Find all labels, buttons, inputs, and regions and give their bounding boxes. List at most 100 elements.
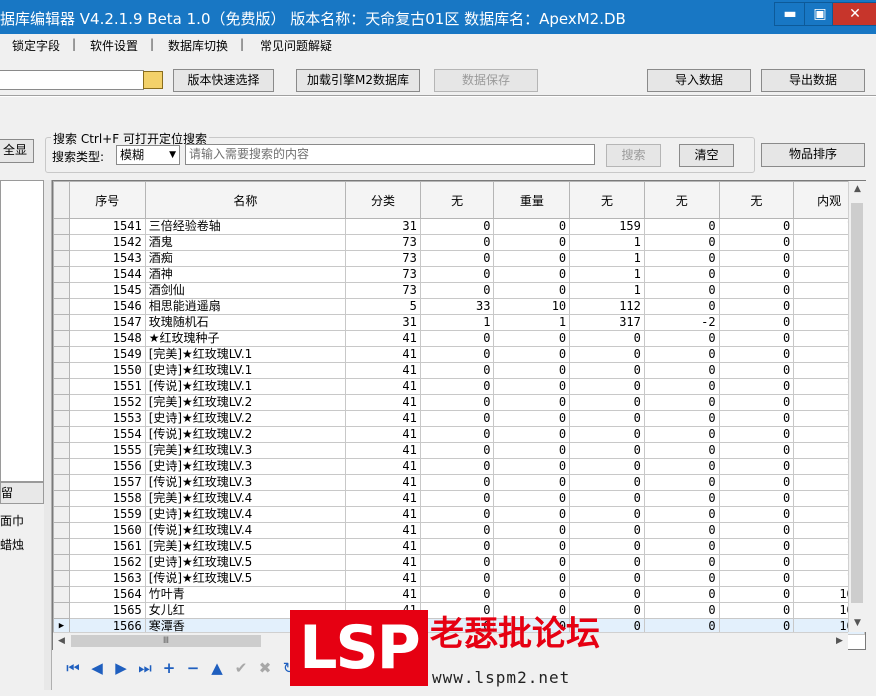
column-header[interactable]: 分类 <box>345 181 421 219</box>
table-cell[interactable]: 0 <box>643 266 720 283</box>
table-cell[interactable]: 1561 <box>68 538 146 555</box>
table-cell[interactable]: [完美]★红玫瑰LV.1 <box>144 346 347 363</box>
table-cell[interactable]: 0 <box>569 442 645 459</box>
table-cell[interactable]: 0 <box>569 474 645 491</box>
table-cell[interactable]: 0 <box>493 218 571 235</box>
table-cell[interactable]: 0 <box>643 410 720 427</box>
scroll-left-icon[interactable]: ◀ <box>53 633 70 650</box>
table-cell[interactable]: 竹叶青 <box>144 586 347 603</box>
folder-open-icon[interactable] <box>143 71 163 89</box>
table-cell[interactable]: [传说]★红玫瑰LV.5 <box>144 570 347 587</box>
row-indicator[interactable] <box>53 410 70 427</box>
table-cell[interactable]: 1554 <box>68 426 146 443</box>
prev-record-icon[interactable]: ◀ <box>86 656 108 680</box>
table-cell[interactable]: 0 <box>643 442 720 459</box>
table-cell[interactable]: 0 <box>718 330 795 347</box>
table-cell[interactable]: 0 <box>643 586 720 603</box>
table-cell[interactable]: 317 <box>569 314 645 331</box>
table-cell[interactable]: 0 <box>643 570 720 587</box>
table-cell[interactable]: 0 <box>643 282 720 299</box>
row-indicator[interactable] <box>53 218 70 235</box>
load-engine-button[interactable]: 加载引擎M2数据库 <box>296 69 420 92</box>
table-cell[interactable]: 0 <box>419 426 495 443</box>
next-record-icon[interactable]: ▶ <box>110 656 132 680</box>
last-record-icon[interactable]: ⏭ <box>134 656 156 680</box>
vertical-scrollbar[interactable]: ▲ ▼ <box>848 181 866 632</box>
table-cell[interactable]: 0 <box>569 570 645 587</box>
column-header[interactable]: 无 <box>419 181 495 219</box>
row-indicator[interactable] <box>53 538 70 555</box>
data-grid[interactable]: 序号名称分类无重量无无无内观 1541三倍经验卷轴310015900151542… <box>52 180 866 650</box>
table-cell[interactable]: 41 <box>345 410 421 427</box>
table-cell[interactable]: 0 <box>419 346 495 363</box>
table-cell[interactable]: 0 <box>643 218 720 235</box>
table-cell[interactable]: 0 <box>569 330 645 347</box>
table-cell[interactable]: 0 <box>569 458 645 475</box>
table-cell[interactable]: 10 <box>493 298 571 315</box>
table-cell[interactable]: [传说]★红玫瑰LV.4 <box>144 522 347 539</box>
table-cell[interactable]: 1563 <box>68 570 146 587</box>
table-cell[interactable]: 1543 <box>68 250 146 267</box>
table-cell[interactable]: 0 <box>493 282 571 299</box>
table-cell[interactable]: -2 <box>643 314 720 331</box>
cancel-icon[interactable]: ✖ <box>254 656 276 680</box>
table-cell[interactable]: 1553 <box>68 410 146 427</box>
table-cell[interactable]: 酒痴 <box>144 250 347 267</box>
table-cell[interactable]: 0 <box>493 442 571 459</box>
table-cell[interactable]: 33 <box>419 298 495 315</box>
row-indicator[interactable] <box>53 298 70 315</box>
close-button[interactable]: ✕ <box>832 2 876 26</box>
table-cell[interactable]: 41 <box>345 362 421 379</box>
table-cell[interactable]: 31 <box>345 314 421 331</box>
table-row[interactable]: 1558[完美]★红玫瑰LV.4410000013 <box>53 490 865 507</box>
table-cell[interactable]: 41 <box>345 570 421 587</box>
table-cell[interactable]: 0 <box>718 570 795 587</box>
table-cell[interactable]: 0 <box>718 458 795 475</box>
table-cell[interactable]: 0 <box>493 570 571 587</box>
table-cell[interactable]: 41 <box>345 474 421 491</box>
table-cell[interactable]: 0 <box>718 506 795 523</box>
table-cell[interactable]: 0 <box>493 362 571 379</box>
table-cell[interactable]: 0 <box>643 490 720 507</box>
clear-button[interactable]: 清空 <box>679 144 734 167</box>
table-cell[interactable]: 0 <box>569 378 645 395</box>
table-row[interactable]: 1545 酒剑仙 73 0 0 1 0 0 <box>53 282 865 299</box>
table-cell[interactable]: 0 <box>718 426 795 443</box>
table-row[interactable]: 1557[传说]★红玫瑰LV.3410000013 <box>53 474 865 491</box>
table-cell[interactable]: [完美]★红玫瑰LV.4 <box>144 490 347 507</box>
table-row[interactable]: 1551[传说]★红玫瑰LV.1410000013 <box>53 378 865 395</box>
delete-record-icon[interactable]: − <box>182 656 204 680</box>
table-cell[interactable]: 1558 <box>68 490 146 507</box>
table-cell[interactable]: 0 <box>493 538 571 555</box>
table-cell[interactable]: 0 <box>718 442 795 459</box>
table-cell[interactable]: 0 <box>419 394 495 411</box>
table-cell[interactable]: 1542 <box>68 234 146 251</box>
table-cell[interactable]: 1544 <box>68 266 146 283</box>
table-cell[interactable]: 112 <box>569 298 645 315</box>
table-cell[interactable]: 0 <box>718 266 795 283</box>
table-cell[interactable]: 1 <box>493 314 571 331</box>
table-cell[interactable]: [完美]★红玫瑰LV.2 <box>144 394 347 411</box>
table-cell[interactable]: 0 <box>419 474 495 491</box>
table-cell[interactable]: 0 <box>643 458 720 475</box>
table-cell[interactable]: [史诗]★红玫瑰LV.5 <box>144 554 347 571</box>
table-cell[interactable]: 酒剑仙 <box>144 282 347 299</box>
table-row[interactable]: 1561[完美]★红玫瑰LV.5410000013 <box>53 538 865 555</box>
table-cell[interactable]: 0 <box>718 282 795 299</box>
table-cell[interactable]: 0 <box>718 362 795 379</box>
table-cell[interactable]: 0 <box>419 410 495 427</box>
table-cell[interactable]: 0 <box>643 250 720 267</box>
table-row[interactable]: 1553[史诗]★红玫瑰LV.2410000013 <box>53 410 865 427</box>
table-cell[interactable]: 玫瑰随机石 <box>144 314 347 331</box>
table-cell[interactable]: [史诗]★红玫瑰LV.1 <box>144 362 347 379</box>
table-cell[interactable]: 0 <box>643 602 720 619</box>
table-cell[interactable]: 1556 <box>68 458 146 475</box>
search-type-select[interactable]: 模糊 ▼ <box>116 145 180 165</box>
left-panel-tab[interactable]: 留 <box>0 482 44 504</box>
table-cell[interactable]: 1 <box>419 314 495 331</box>
column-header[interactable]: 序号 <box>68 181 146 219</box>
table-cell[interactable]: 31 <box>345 218 421 235</box>
row-indicator[interactable] <box>53 346 70 363</box>
table-cell[interactable]: 0 <box>718 218 795 235</box>
table-cell[interactable]: 0 <box>643 426 720 443</box>
